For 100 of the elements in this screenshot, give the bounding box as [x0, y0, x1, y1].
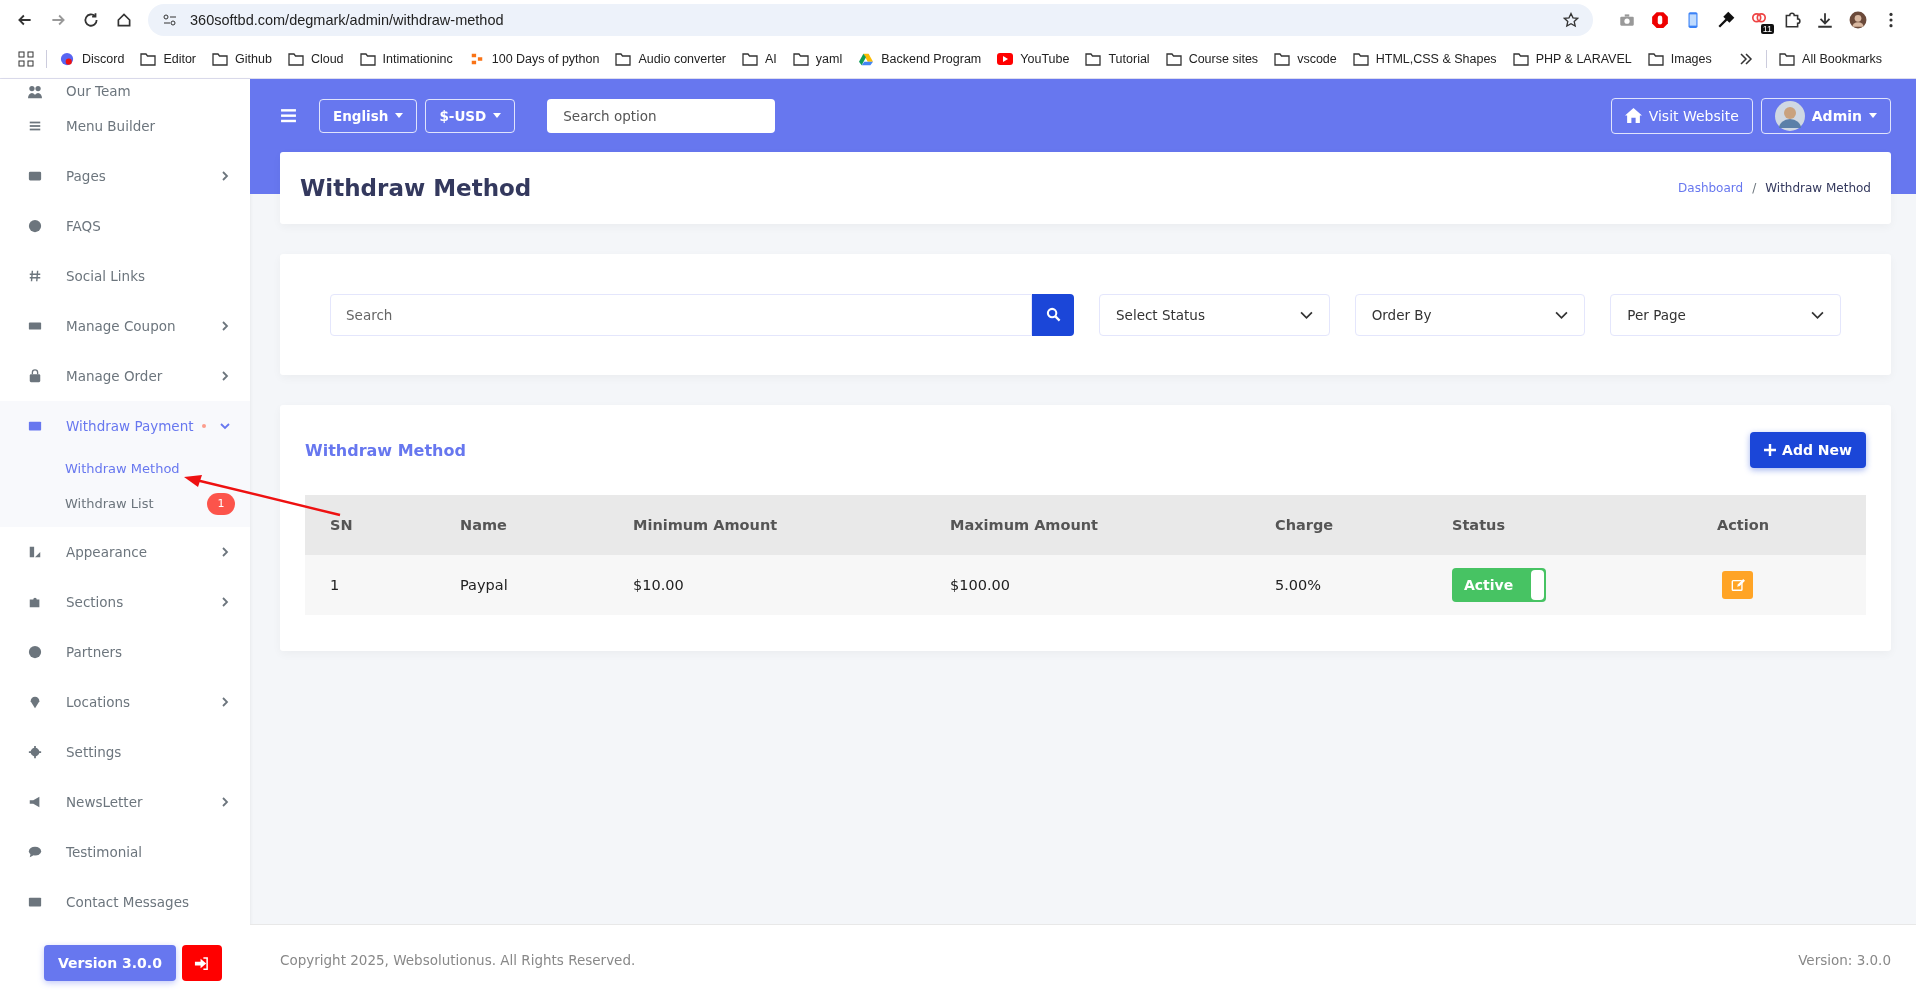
version-button[interactable]: Version 3.0.0: [44, 945, 176, 981]
bars-icon: [28, 119, 42, 133]
sidebar-item[interactable]: Withdraw Payment: [0, 401, 250, 451]
avatar-icon[interactable]: [1849, 11, 1867, 29]
search-field[interactable]: Search option: [547, 98, 776, 133]
table-cell: 1: [305, 555, 435, 615]
language-dropdown[interactable]: English: [319, 98, 418, 133]
user-menu[interactable]: Admin: [1760, 97, 1891, 134]
caret-icon: [395, 113, 404, 118]
breadcrumb-link[interactable]: Dashboard: [1678, 181, 1744, 195]
drive-icon: [858, 52, 875, 66]
search-field[interactable]: Search: [330, 293, 1032, 336]
sidebar-item[interactable]: Partners: [0, 627, 250, 677]
column-header: Name: [435, 495, 608, 555]
apps-grid-icon[interactable]: [18, 51, 34, 67]
menu-icon[interactable]: [280, 107, 297, 124]
folder-icon: [1647, 52, 1664, 66]
logout-icon: [194, 955, 210, 971]
new-dot: [202, 424, 206, 428]
folder-icon: [615, 52, 632, 66]
sidebar-item[interactable]: Our Team: [0, 79, 250, 101]
sidebar-item[interactable]: Manage Coupon: [0, 301, 250, 351]
chevrons-icon[interactable]: [1738, 51, 1755, 67]
bookmark[interactable]: Course sites: [1165, 52, 1259, 66]
site-settings-icon[interactable]: [162, 12, 178, 28]
folder-icon: [1274, 52, 1291, 66]
card-icon: [28, 169, 42, 183]
caret-icon: [1869, 113, 1877, 118]
download-icon[interactable]: [1816, 11, 1834, 29]
count-badge: 1: [207, 492, 235, 515]
column-header: Status: [1427, 495, 1692, 555]
select-dropdown[interactable]: Select Status: [1099, 293, 1330, 336]
sidebar-item[interactable]: Locations: [0, 677, 250, 727]
search-button[interactable]: [1032, 293, 1074, 336]
stop-sign-icon[interactable]: [1651, 11, 1669, 29]
page-title: Withdraw Method: [300, 175, 532, 201]
folder-icon: [1352, 52, 1369, 66]
select-dropdown[interactable]: Order By: [1354, 293, 1586, 336]
camera-icon[interactable]: [1618, 11, 1636, 29]
folder-icon: [359, 52, 376, 66]
folder-icon: [287, 52, 304, 66]
play-icon: [997, 52, 1014, 66]
column-header: Charge: [1250, 495, 1427, 555]
reload-icon[interactable]: [82, 11, 100, 29]
table-cell: Paypal: [435, 555, 608, 615]
add-new-button[interactable]: Add New: [1750, 432, 1866, 468]
team-icon: [28, 85, 42, 99]
bookmark[interactable]: Intimationinc: [359, 52, 453, 66]
breadcrumb-separator: /: [1752, 181, 1757, 195]
bookmark[interactable]: AI: [742, 52, 777, 66]
folder-icon: [792, 52, 809, 66]
folder-icon: [742, 52, 758, 66]
bookmark[interactable]: Audio converter: [615, 52, 726, 66]
folder-icon: [1512, 52, 1529, 66]
bookmark[interactable]: yaml: [792, 52, 843, 66]
sidebar-item[interactable]: Contact Messages: [0, 877, 250, 927]
logout-button[interactable]: [181, 945, 222, 981]
search-icon: [1045, 307, 1061, 322]
hash-icon: [28, 269, 42, 283]
eyedropper-icon[interactable]: [1717, 11, 1735, 29]
bookmark[interactable]: Images: [1647, 52, 1712, 66]
sidebar-item[interactable]: Settings: [0, 727, 250, 777]
currency-dropdown[interactable]: $-USD: [425, 98, 516, 133]
visit-website-button[interactable]: Visit Website: [1610, 97, 1753, 134]
bookmark[interactable]: Editor: [140, 52, 197, 66]
bookmark[interactable]: HTML,CSS & Shapes: [1352, 52, 1497, 66]
sidebar-item[interactable]: Manage Order: [0, 351, 250, 401]
bookmark[interactable]: vscode: [1274, 52, 1337, 66]
sidebar-item[interactable]: Social Links: [0, 251, 250, 301]
all-bookmarks[interactable]: All Bookmarks: [1779, 52, 1882, 66]
address-bar[interactable]: 360softbd.com/degmark/admin/withdraw-method: [148, 4, 1593, 36]
bookmark[interactable]: YouTube: [997, 52, 1070, 66]
submenu-item[interactable]: Withdraw Method: [0, 451, 250, 486]
select-dropdown[interactable]: Per Page: [1610, 293, 1841, 336]
folder-icon: [1779, 52, 1796, 66]
bookmark[interactable]: PHP & LARAVEL: [1512, 52, 1632, 66]
star-icon[interactable]: [1563, 12, 1579, 28]
version-text: Version: 3.0.0: [1798, 952, 1891, 968]
sidebar-item[interactable]: Menu Builder: [0, 101, 250, 151]
sidebar-item[interactable]: Pages: [0, 151, 250, 201]
table-cell: $100.00: [925, 555, 1250, 615]
sidebar-item[interactable]: Sections: [0, 577, 250, 627]
bookmark[interactable]: Cloud: [287, 52, 344, 66]
sidebar-item[interactable]: Testimonial: [0, 827, 250, 877]
sidebar-item[interactable]: FAQS: [0, 201, 250, 251]
submenu-item[interactable]: Withdraw List 1: [0, 486, 250, 521]
home-icon: [1624, 107, 1642, 124]
discord-icon: [59, 52, 75, 66]
home-icon[interactable]: [115, 11, 133, 29]
bookmark[interactable]: Github: [212, 52, 272, 66]
breadcrumb-current: Withdraw Method: [1765, 181, 1871, 195]
count-badge: 11: [1760, 24, 1774, 34]
bookmark[interactable]: Tutorial: [1085, 52, 1150, 66]
bookmark[interactable]: Backend Program: [858, 52, 982, 66]
sidebar-item[interactable]: Appearance: [0, 527, 250, 577]
sidebar-item[interactable]: NewsLetter: [0, 777, 250, 827]
column-header: Minimum Amount: [608, 495, 925, 555]
bookmark[interactable]: 100 Days of python: [468, 52, 600, 66]
column-header: SN: [305, 495, 435, 555]
bookmark[interactable]: Discord: [59, 52, 125, 66]
